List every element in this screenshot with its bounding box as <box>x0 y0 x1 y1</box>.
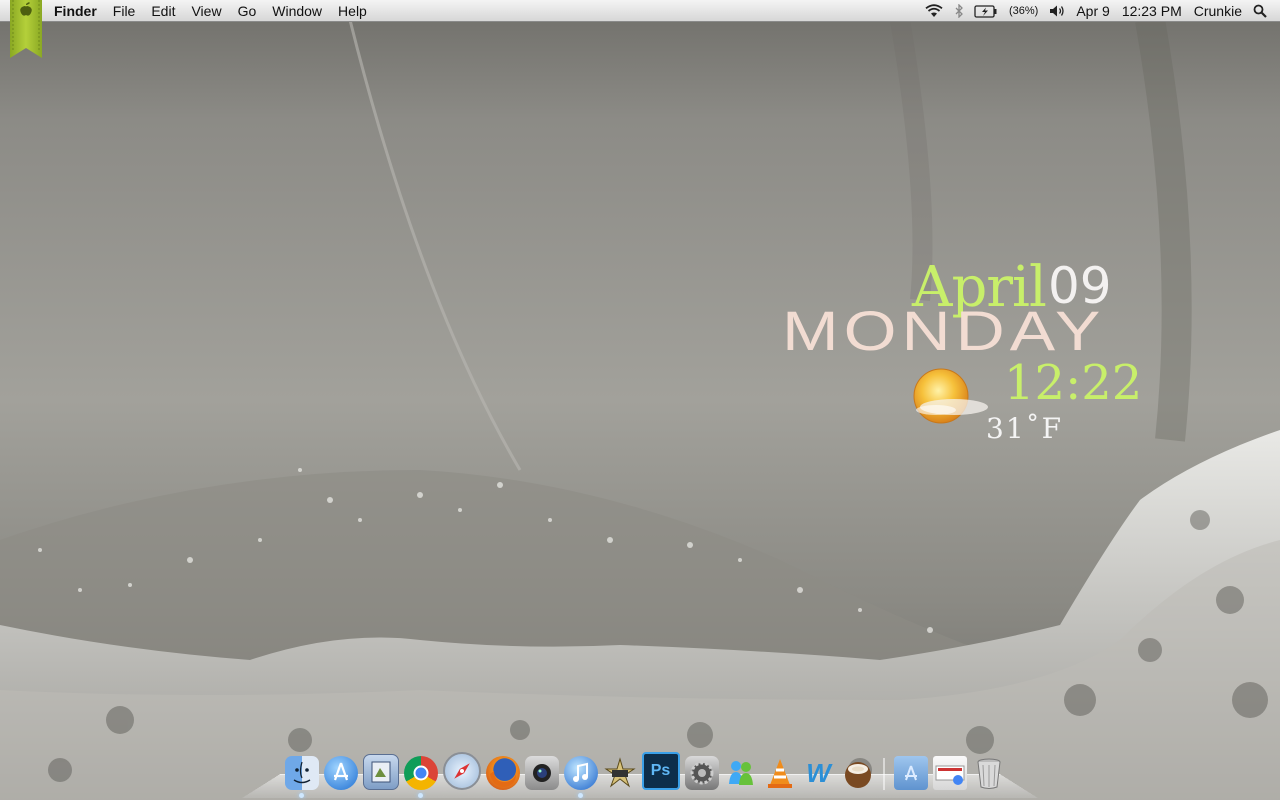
applications-folder-icon[interactable] <box>893 756 928 790</box>
dock: Ps W <box>282 750 1008 798</box>
app-store-icon[interactable] <box>323 756 358 790</box>
menu-window[interactable]: Window <box>264 0 330 22</box>
battery-percentage[interactable]: (36%) <box>1003 0 1044 22</box>
volume-icon[interactable] <box>1044 0 1070 22</box>
itunes-icon[interactable] <box>563 756 598 798</box>
menu-view[interactable]: View <box>183 0 229 22</box>
word-icon[interactable]: W <box>802 756 836 790</box>
battery-charging-icon[interactable] <box>969 0 1003 22</box>
downloads-stack-icon[interactable] <box>932 756 967 790</box>
system-preferences-icon[interactable] <box>684 756 719 790</box>
clock-weather-widget: April 09 MONDAY 12:22 31˚F <box>780 255 1200 455</box>
vlc-icon[interactable] <box>763 756 797 790</box>
menu-date[interactable]: Apr 9 <box>1070 0 1115 22</box>
menu-help[interactable]: Help <box>330 0 375 22</box>
user-menu[interactable]: Crunkie <box>1188 0 1248 22</box>
preview-icon[interactable] <box>362 754 399 790</box>
menu-bar-left: Finder File Edit View Go Window Help <box>54 0 375 22</box>
trash-icon[interactable] <box>972 756 1006 790</box>
spotlight-search-icon[interactable] <box>1248 0 1272 22</box>
chrome-icon[interactable] <box>403 756 438 798</box>
imovie-icon[interactable] <box>603 756 637 790</box>
widget-weekday: MONDAY <box>782 299 1106 363</box>
menu-edit[interactable]: Edit <box>143 0 183 22</box>
dock-separator <box>883 758 885 790</box>
safari-icon[interactable] <box>442 752 481 790</box>
menu-bar-status: (36%) Apr 9 12:23 PM Crunkie <box>919 0 1272 22</box>
firefox-icon[interactable] <box>485 756 520 790</box>
menu-file[interactable]: File <box>105 0 144 22</box>
finder-icon[interactable] <box>284 756 319 798</box>
running-indicator <box>578 793 583 798</box>
menu-clock[interactable]: 12:23 PM <box>1116 0 1188 22</box>
photoshop-icon[interactable]: Ps <box>641 752 680 790</box>
messenger-icon[interactable] <box>724 756 758 790</box>
sunny-icon <box>913 368 988 424</box>
menu-bar: Finder File Edit View Go Window Help (36… <box>0 0 1280 22</box>
apple-icon[interactable] <box>10 0 42 60</box>
coconut-battery-icon[interactable] <box>841 756 875 790</box>
widget-time: 12:22 <box>1004 355 1143 411</box>
wifi-icon[interactable] <box>919 0 949 22</box>
running-indicator <box>299 793 304 798</box>
facetime-camera-icon[interactable] <box>524 756 559 790</box>
widget-temperature: 31˚F <box>986 412 1064 445</box>
running-indicator <box>418 793 423 798</box>
app-menu-finder[interactable]: Finder <box>54 0 105 22</box>
menu-go[interactable]: Go <box>230 0 265 22</box>
bluetooth-icon[interactable] <box>949 0 969 22</box>
